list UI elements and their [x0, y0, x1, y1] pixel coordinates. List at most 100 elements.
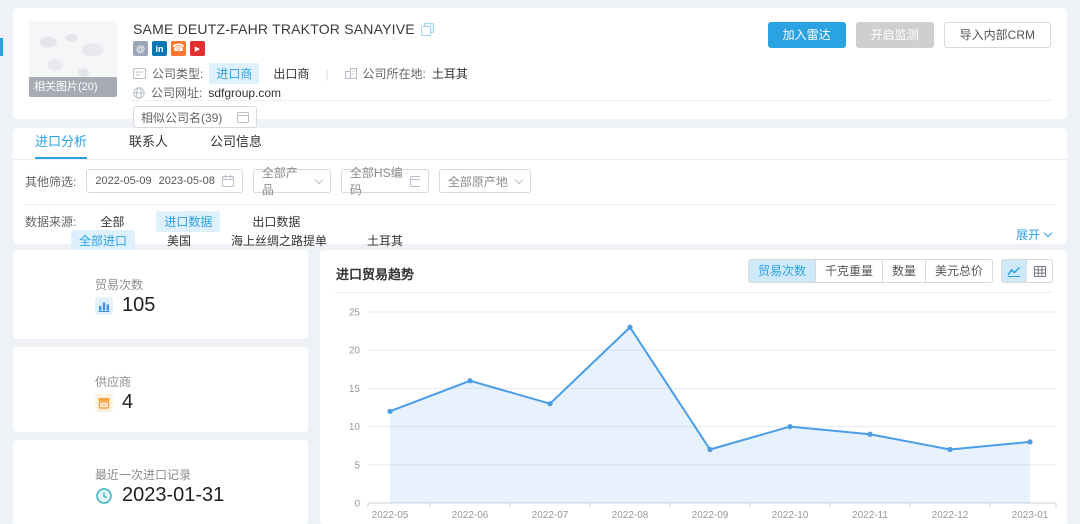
chart-point[interactable]	[1027, 439, 1032, 444]
company-website-row: 公司网址: sdfgroup.com	[133, 84, 281, 101]
trend-chart-svg[interactable]: 05101520252022-052022-062022-072022-0820…	[330, 298, 1060, 520]
metric-kg-weight-button[interactable]: 千克重量	[816, 259, 883, 283]
product-select[interactable]: 全部产品	[253, 169, 331, 193]
tab-company-info[interactable]: 公司信息	[210, 128, 262, 159]
tab-contacts[interactable]: 联系人	[129, 128, 168, 159]
chart-point[interactable]	[787, 424, 792, 429]
youtube-icon[interactable]: ▶	[190, 41, 205, 56]
chart-point[interactable]	[387, 409, 392, 414]
header-action-buttons: 加入雷达 开启监测 导入内部CRM	[768, 22, 1051, 48]
date-range-picker[interactable]: 2022-05-09 2023-05-08	[86, 169, 243, 193]
chart-point[interactable]	[467, 378, 472, 383]
copy-icon[interactable]	[421, 23, 434, 36]
chart-point[interactable]	[547, 401, 552, 406]
importer-tag[interactable]: 进口商	[209, 63, 259, 84]
globe-icon	[133, 87, 145, 99]
panel-icon	[410, 176, 420, 187]
x-tick-label: 2022-12	[932, 510, 969, 520]
chevron-down-icon	[515, 175, 523, 183]
data-source-import[interactable]: 进口数据	[156, 211, 220, 232]
stat-label: 供应商	[95, 373, 131, 390]
filter-label: 其他筛选:	[25, 173, 76, 190]
table-icon	[1034, 266, 1046, 277]
social-icons-row: @ in ☎ ▶	[133, 41, 205, 56]
stat-label: 贸易次数	[95, 276, 143, 293]
data-source-label: 数据来源:	[25, 213, 76, 230]
chart-point[interactable]	[947, 447, 952, 452]
sub-source-usa[interactable]: 美国	[159, 230, 199, 251]
x-tick-label: 2023-01	[1012, 510, 1049, 520]
shop-icon	[95, 394, 113, 412]
exporter-tag[interactable]: 出口商	[273, 65, 309, 82]
bar-chart-icon	[95, 297, 113, 315]
stat-value: 2023-01-31	[122, 484, 224, 507]
chart-controls: 贸易次数 千克重量 数量 美元总价	[748, 259, 1053, 283]
chart-point[interactable]	[707, 447, 712, 452]
company-related-images[interactable]: 相关图片(20)	[29, 21, 117, 97]
origin-select[interactable]: 全部原产地	[439, 169, 531, 193]
stat-card-trade-count: 贸易次数 105	[13, 250, 308, 339]
chart-point[interactable]	[627, 325, 632, 330]
company-type-row: 公司类型: 进口商 出口商 | 公司所在地: 土耳其	[133, 63, 468, 84]
phone-icon[interactable]: ☎	[171, 41, 186, 56]
y-tick-label: 20	[349, 346, 361, 357]
hs-code-value: 全部HS编码	[350, 164, 403, 198]
website-value[interactable]: sdfgroup.com	[208, 86, 281, 100]
analysis-panel-card: 进口分析 联系人 公司信息 其他筛选: 2022-05-09 2023-05-0…	[13, 128, 1067, 244]
linkedin-icon[interactable]: in	[152, 41, 167, 56]
calendar-icon	[222, 175, 234, 187]
origin-select-value: 全部原产地	[448, 173, 508, 190]
filter-row: 其他筛选: 2022-05-09 2023-05-08 全部产品 全部HS编码 …	[25, 169, 531, 193]
data-source-all[interactable]: 全部	[92, 211, 132, 232]
metric-quantity-button[interactable]: 数量	[883, 259, 926, 283]
location-label: 公司所在地:	[363, 65, 426, 82]
company-type-label: 公司类型:	[152, 65, 203, 82]
y-tick-label: 0	[354, 499, 360, 510]
similar-companies-label: 相似公司名(39)	[141, 109, 222, 126]
line-chart-view-button[interactable]	[1001, 259, 1027, 283]
view-toggle-group	[1001, 259, 1053, 283]
add-radar-button[interactable]: 加入雷达	[768, 22, 846, 48]
header-dotted-divider	[133, 100, 1051, 101]
panel-icon	[237, 112, 249, 123]
table-view-button[interactable]	[1027, 259, 1053, 283]
hs-code-select[interactable]: 全部HS编码	[341, 169, 429, 193]
stat-card-suppliers: 供应商 4	[13, 347, 308, 432]
at-icon[interactable]: @	[133, 41, 148, 56]
stat-card-last-import: 最近一次进口记录 2023-01-31	[13, 440, 308, 524]
metric-usd-total-button[interactable]: 美元总价	[926, 259, 993, 283]
x-tick-label: 2022-11	[852, 510, 888, 520]
data-source-export[interactable]: 出口数据	[244, 211, 308, 232]
sub-source-all-import[interactable]: 全部进口	[71, 230, 135, 251]
expand-label: 展开	[1016, 226, 1040, 243]
x-tick-label: 2022-05	[372, 510, 409, 520]
tab-divider	[13, 159, 1067, 160]
line-chart-icon	[1007, 266, 1021, 277]
sub-source-maritime-silk-road[interactable]: 海上丝绸之路提单	[223, 230, 335, 251]
similar-companies-dropdown[interactable]: 相似公司名(39)	[133, 106, 257, 128]
x-tick-label: 2022-09	[692, 510, 729, 520]
meta-separator: |	[325, 67, 328, 81]
chevron-down-icon	[315, 175, 323, 183]
building-icon	[345, 68, 357, 79]
date-start-value: 2022-05-09	[95, 175, 151, 187]
website-label: 公司网址:	[151, 84, 202, 101]
tab-import-analysis[interactable]: 进口分析	[35, 128, 87, 159]
sub-source-turkey[interactable]: 土耳其	[359, 230, 411, 251]
company-name: SAME DEUTZ-FAHR TRAKTOR SANAYIVE	[133, 21, 415, 37]
start-monitor-button[interactable]: 开启监测	[856, 22, 934, 48]
x-tick-label: 2022-10	[772, 510, 809, 520]
import-crm-button[interactable]: 导入内部CRM	[944, 22, 1051, 48]
chart-point[interactable]	[867, 432, 872, 437]
expand-toggle[interactable]: 展开	[1016, 226, 1051, 243]
data-source-sub-row: 全部进口 美国 海上丝绸之路提单 土耳其	[71, 230, 435, 251]
tab-bar: 进口分析 联系人 公司信息	[35, 128, 262, 159]
chevron-down-icon	[1044, 229, 1052, 237]
metric-trade-count-button[interactable]: 贸易次数	[748, 259, 816, 283]
metric-button-group: 贸易次数 千克重量 数量 美元总价	[748, 259, 993, 283]
chart-header-divider	[335, 292, 1052, 293]
location-value: 土耳其	[432, 65, 468, 82]
clock-icon	[95, 487, 113, 505]
stat-value: 105	[122, 294, 155, 317]
company-name-row: SAME DEUTZ-FAHR TRAKTOR SANAYIVE	[133, 21, 434, 37]
